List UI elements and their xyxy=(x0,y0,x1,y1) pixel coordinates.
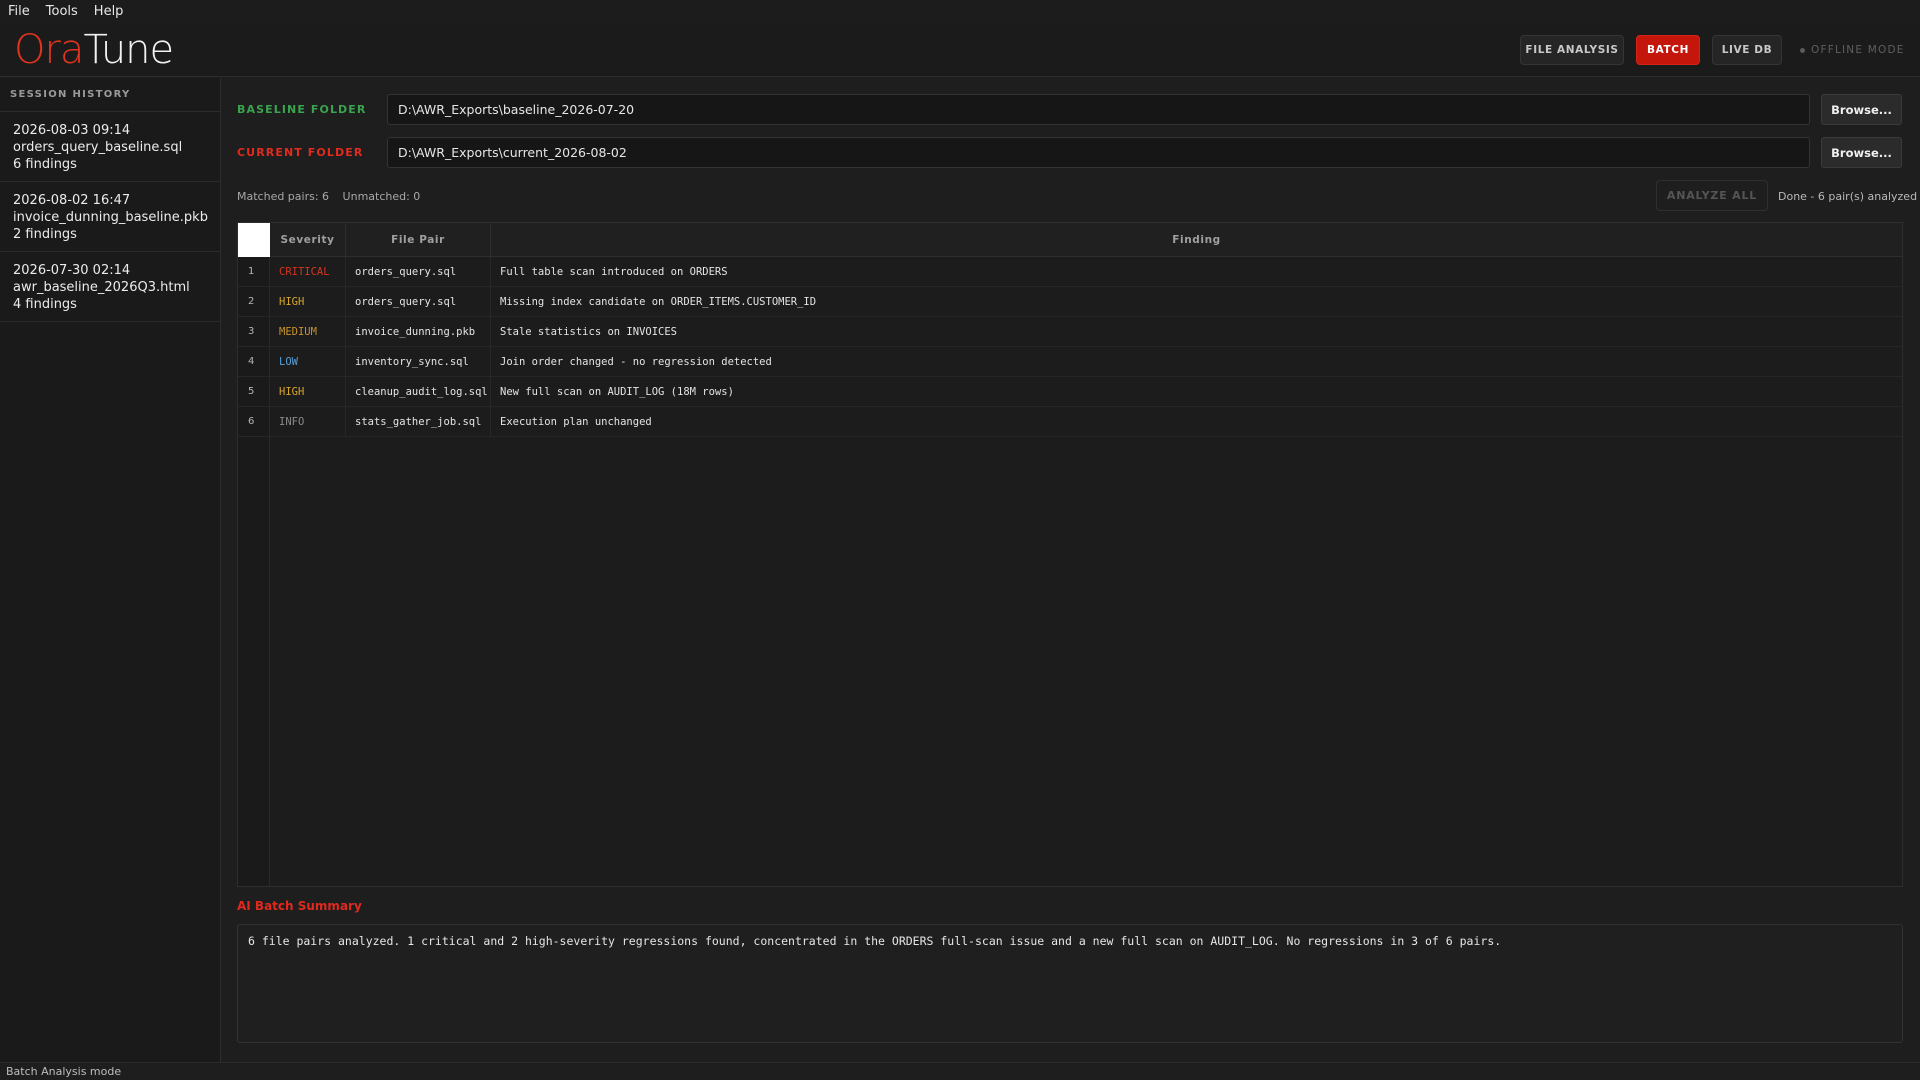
ai-summary-text[interactable]: 6 file pairs analyzed. 1 critical and 2 … xyxy=(237,924,1903,1043)
menu-help[interactable]: Help xyxy=(94,4,124,19)
severity-cell: MEDIUM xyxy=(270,317,346,346)
row-number: 6 xyxy=(238,407,270,436)
file-pair-cell: cleanup_audit_log.sql xyxy=(346,377,491,406)
severity-cell: INFO xyxy=(270,407,346,436)
app-header: OraTune FILE ANALYSIS BATCH LIVE DB OFFL… xyxy=(0,23,1920,77)
history-findings: 6 findings xyxy=(13,157,77,172)
table-row[interactable]: 1 CRITICAL orders_query.sql Full table s… xyxy=(238,257,1902,287)
severity-cell: HIGH xyxy=(270,287,346,316)
row-number: 5 xyxy=(238,377,270,406)
status-bar: Batch Analysis mode xyxy=(0,1062,1920,1080)
offline-indicator: OFFLINE MODE xyxy=(1800,35,1905,65)
findings-table: Severity File Pair Finding 1 CRITICAL or… xyxy=(237,222,1903,887)
file-analysis-button[interactable]: FILE ANALYSIS xyxy=(1520,35,1624,65)
history-file: awr_baseline_2026Q3.html xyxy=(13,280,190,295)
baseline-browse-button[interactable]: Browse... xyxy=(1821,94,1902,125)
current-folder-input[interactable]: D:\AWR_Exports\current_2026-08-02 xyxy=(387,137,1810,168)
sidebar-title: SESSION HISTORY xyxy=(0,78,220,112)
table-row[interactable]: 5 HIGH cleanup_audit_log.sql New full sc… xyxy=(238,377,1902,407)
history-item[interactable]: 2026-08-02 16:47 invoice_dunning_baselin… xyxy=(0,182,220,252)
history-item[interactable]: 2026-07-30 02:14 awr_baseline_2026Q3.htm… xyxy=(0,252,220,322)
menu-file[interactable]: File xyxy=(8,4,30,19)
ai-summary-title: AI Batch Summary xyxy=(237,899,362,913)
current-browse-button[interactable]: Browse... xyxy=(1821,137,1902,168)
file-pair-cell: stats_gather_job.sql xyxy=(346,407,491,436)
live-db-button[interactable]: LIVE DB xyxy=(1712,35,1782,65)
app-logo: OraTune xyxy=(14,26,174,74)
baseline-folder-input[interactable]: D:\AWR_Exports\baseline_2026-07-20 xyxy=(387,94,1810,125)
logo-ora: Ora xyxy=(14,27,84,73)
table-row[interactable]: 4 LOW inventory_sync.sql Join order chan… xyxy=(238,347,1902,377)
row-number: 1 xyxy=(238,257,270,286)
session-history-sidebar: SESSION HISTORY 2026-08-03 09:14 orders_… xyxy=(0,78,221,1062)
history-findings: 4 findings xyxy=(13,297,77,312)
finding-cell: Execution plan unchanged xyxy=(500,415,652,428)
finding-cell: Join order changed - no regression detec… xyxy=(500,355,772,368)
menu-tools[interactable]: Tools xyxy=(46,4,78,19)
history-findings: 2 findings xyxy=(13,227,77,242)
history-file: orders_query_baseline.sql xyxy=(13,140,183,155)
header-file-pair[interactable]: File Pair xyxy=(346,223,491,256)
file-pair-cell: orders_query.sql xyxy=(346,287,491,316)
file-pair-cell: orders_query.sql xyxy=(346,257,491,286)
unmatched-pairs: Unmatched: 0 xyxy=(342,190,421,203)
history-timestamp: 2026-08-02 16:47 xyxy=(13,193,131,208)
header-severity[interactable]: Severity xyxy=(270,223,346,256)
header-finding[interactable]: Finding xyxy=(491,223,1902,256)
table-row[interactable]: 2 HIGH orders_query.sql Missing index ca… xyxy=(238,287,1902,317)
history-timestamp: 2026-08-03 09:14 xyxy=(13,123,131,138)
history-timestamp: 2026-07-30 02:14 xyxy=(13,263,131,278)
batch-button[interactable]: BATCH xyxy=(1636,35,1700,65)
table-header: Severity File Pair Finding xyxy=(270,223,1902,257)
severity-cell: LOW xyxy=(270,347,346,376)
table-row[interactable]: 3 MEDIUM invoice_dunning.pkb Stale stati… xyxy=(238,317,1902,347)
table-corner-cell[interactable] xyxy=(238,223,270,257)
menu-bar: File Tools Help xyxy=(0,0,1920,23)
file-pair-cell: invoice_dunning.pkb xyxy=(346,317,491,346)
current-folder-label: CURRENT FOLDER xyxy=(237,146,364,159)
logo-tune: Tune xyxy=(83,27,174,73)
baseline-folder-label: BASELINE FOLDER xyxy=(237,103,367,116)
analysis-status: Done - 6 pair(s) analyzed xyxy=(1778,190,1918,203)
row-number: 3 xyxy=(238,317,270,346)
row-number: 4 xyxy=(238,347,270,376)
severity-cell: CRITICAL xyxy=(270,257,346,286)
row-number: 2 xyxy=(238,287,270,316)
finding-cell: Full table scan introduced on ORDERS xyxy=(500,265,728,278)
history-item[interactable]: 2026-08-03 09:14 orders_query_baseline.s… xyxy=(0,112,220,182)
finding-cell: New full scan on AUDIT_LOG (18M rows) xyxy=(500,385,734,398)
analyze-all-button[interactable]: ANALYZE ALL xyxy=(1656,180,1768,211)
table-row[interactable]: 6 INFO stats_gather_job.sql Execution pl… xyxy=(238,407,1902,437)
severity-cell: HIGH xyxy=(270,377,346,406)
offline-label: OFFLINE MODE xyxy=(1811,44,1905,56)
history-file: invoice_dunning_baseline.pkb xyxy=(13,210,208,225)
finding-cell: Stale statistics on INVOICES xyxy=(500,325,678,338)
pairs-info: Matched pairs: 6 Unmatched: 0 xyxy=(237,190,430,203)
matched-pairs: Matched pairs: 6 xyxy=(237,190,330,203)
file-pair-cell: inventory_sync.sql xyxy=(346,347,491,376)
finding-cell: Missing index candidate on ORDER_ITEMS.C… xyxy=(500,295,817,308)
status-dot-icon xyxy=(1800,47,1805,53)
